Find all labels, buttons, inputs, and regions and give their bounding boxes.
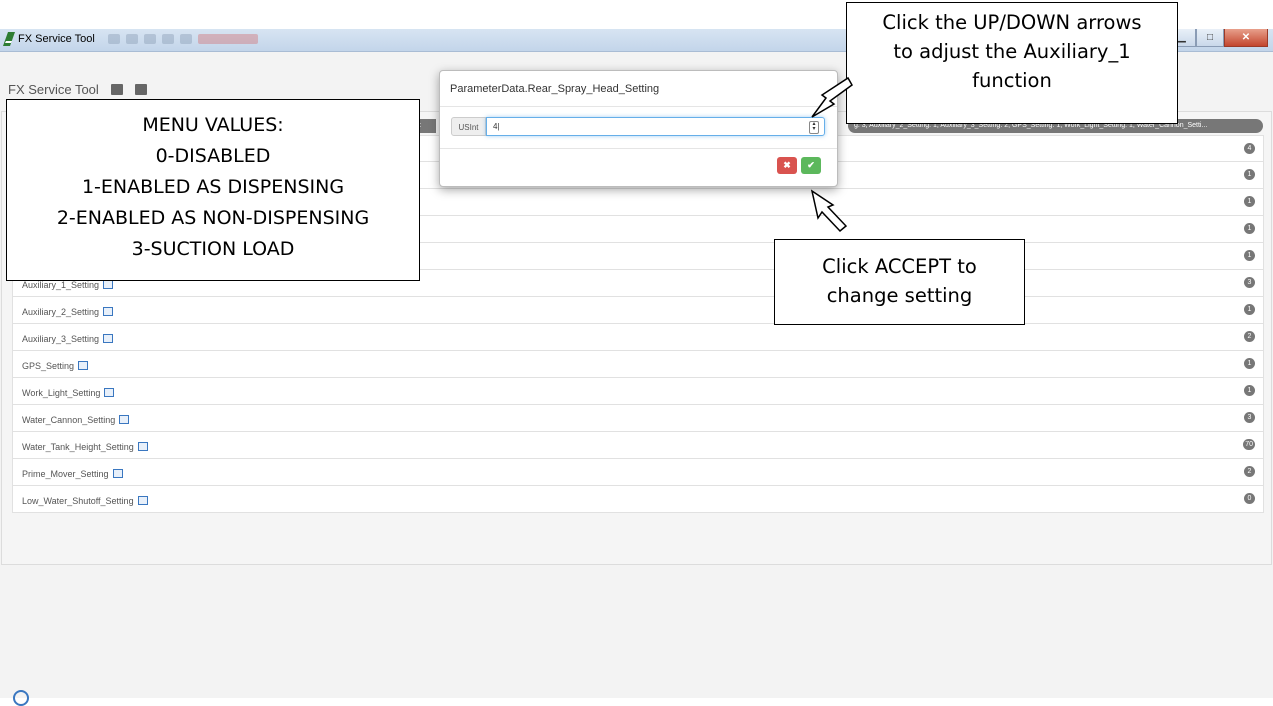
modal-header: ParameterData.Rear_Spray_Head_Setting: [440, 71, 837, 107]
menu-values-line: 0-DISABLED: [155, 145, 271, 167]
edit-icon[interactable]: [112, 469, 123, 478]
edit-icon[interactable]: [137, 496, 148, 505]
setting-value-badge: 2: [1244, 331, 1255, 342]
setting-row: Water_Cannon_Setting 3: [12, 405, 1264, 432]
menu-values-line: 2-ENABLED AS NON-DISPENSING: [56, 207, 370, 229]
edit-icon[interactable]: [137, 442, 148, 451]
accept-callout-line: change setting: [826, 284, 973, 307]
setting-value-badge: 1: [1244, 385, 1255, 396]
edit-icon[interactable]: [103, 280, 114, 289]
parameter-modal: ParameterData.Rear_Spray_Head_Setting US…: [439, 70, 838, 187]
updown-callout-line: to adjust the Auxiliary_1: [893, 40, 1131, 63]
edit-icon[interactable]: [103, 307, 114, 316]
menu-values-line: 3-SUCTION LOAD: [131, 238, 295, 260]
updown-instruction-callout: Click the UP/DOWN arrows to adjust the Au…: [846, 2, 1178, 124]
setting-label-wrap: Prime_Mover_Setting: [22, 468, 123, 479]
setting-value-badge: 70: [1243, 439, 1255, 450]
close-window-button[interactable]: ✕: [1224, 29, 1268, 47]
setting-value-badge: 0: [1244, 493, 1255, 504]
setting-value-badge: 2: [1244, 466, 1255, 477]
setting-label: Water_Cannon_Setting: [22, 415, 116, 425]
value-input[interactable]: 4| ▴ ▾: [486, 117, 825, 136]
setting-label: Work_Light_Setting: [22, 388, 101, 398]
menu-values-line: 1-ENABLED AS DISPENSING: [81, 176, 345, 198]
setting-label-wrap: Water_Tank_Height_Setting: [22, 441, 148, 452]
accept-instruction-callout: Click ACCEPT to change setting: [774, 239, 1025, 325]
setting-row: Auxiliary_2_Setting 1: [12, 297, 1264, 324]
toolbar-icon[interactable]: [126, 34, 138, 44]
setting-label: GPS_Setting: [22, 361, 75, 371]
modal-title: ParameterData.Rear_Spray_Head_Setting: [450, 83, 660, 95]
help-icon[interactable]: [13, 690, 29, 706]
toolbar-icon[interactable]: [144, 34, 156, 44]
menu-values-line: MENU VALUES:: [142, 114, 284, 136]
setting-label-wrap: Low_Water_Shutoff_Setting: [22, 495, 148, 506]
value-input-text: 4: [493, 122, 498, 131]
edit-icon[interactable]: [119, 415, 130, 424]
updown-callout-line: function: [972, 69, 1052, 92]
toolbar-icon[interactable]: [108, 34, 120, 44]
app-header-title: FX Service Tool: [8, 82, 99, 97]
toolbar-icon[interactable]: [180, 34, 192, 44]
setting-label: Auxiliary_3_Setting: [22, 334, 100, 344]
edit-icon[interactable]: [103, 334, 114, 343]
toolbar-tab[interactable]: [198, 34, 258, 44]
print-icon[interactable]: [110, 84, 123, 95]
type-addon-label: USInt: [451, 117, 486, 136]
setting-value-badge: 1: [1244, 196, 1255, 207]
cancel-button[interactable]: ✖: [777, 157, 797, 174]
setting-label: Auxiliary_2_Setting: [22, 307, 100, 317]
app-header: FX Service Tool: [8, 82, 147, 97]
setting-value-badge: 1: [1244, 223, 1255, 234]
edit-icon[interactable]: [78, 361, 89, 370]
setting-row: Auxiliary_3_Setting 2: [12, 324, 1264, 351]
setting-row: Prime_Mover_Setting 2: [12, 459, 1264, 486]
setting-value-badge: 1: [1244, 250, 1255, 261]
setting-row: Work_Light_Setting 1: [12, 378, 1264, 405]
setting-label-wrap: Auxiliary_2_Setting: [22, 306, 114, 317]
updown-callout-line: Click the UP/DOWN arrows: [882, 11, 1142, 34]
setting-value-badge: 3: [1244, 412, 1255, 423]
menu-values-callout: MENU VALUES: 0-DISABLED 1-ENABLED AS DISPE…: [6, 99, 420, 281]
setting-label-wrap: GPS_Setting: [22, 360, 89, 371]
window-controls: ▁ □ ✕: [1168, 29, 1268, 47]
edit-icon[interactable]: [104, 388, 115, 397]
toolbar-icon[interactable]: [162, 34, 174, 44]
accept-button[interactable]: ✔: [801, 157, 821, 174]
setting-label-wrap: Auxiliary_3_Setting: [22, 333, 114, 344]
setting-row: Water_Tank_Height_Setting 70: [12, 432, 1264, 459]
setting-value-badge: 3: [1244, 277, 1255, 288]
modal-body: USInt 4| ▴ ▾: [440, 107, 837, 149]
setting-value-badge: 1: [1244, 304, 1255, 315]
setting-value-badge: 1: [1244, 169, 1255, 180]
quick-access-toolbar: [108, 34, 258, 46]
setting-label-wrap: Water_Cannon_Setting: [22, 414, 130, 425]
setting-row: GPS_Setting 1: [12, 351, 1264, 378]
export-icon[interactable]: [134, 84, 147, 95]
maximize-button[interactable]: □: [1196, 29, 1224, 47]
setting-label-wrap: Work_Light_Setting: [22, 387, 115, 398]
app-logo-icon: [3, 32, 15, 46]
setting-row: Low_Water_Shutoff_Setting 0: [12, 486, 1264, 513]
up-down-spinner-icon[interactable]: ▴ ▾: [809, 121, 819, 134]
window-title: FX Service Tool: [18, 33, 95, 45]
setting-value-badge: 1: [1244, 358, 1255, 369]
setting-label: Auxiliary_1_Setting: [22, 280, 100, 290]
setting-label: Water_Tank_Height_Setting: [22, 442, 134, 452]
setting-label: Prime_Mover_Setting: [22, 469, 109, 479]
setting-value-badge: 4: [1244, 143, 1255, 154]
setting-label: Low_Water_Shutoff_Setting: [22, 496, 134, 506]
accept-callout-line: Click ACCEPT to: [822, 255, 977, 278]
